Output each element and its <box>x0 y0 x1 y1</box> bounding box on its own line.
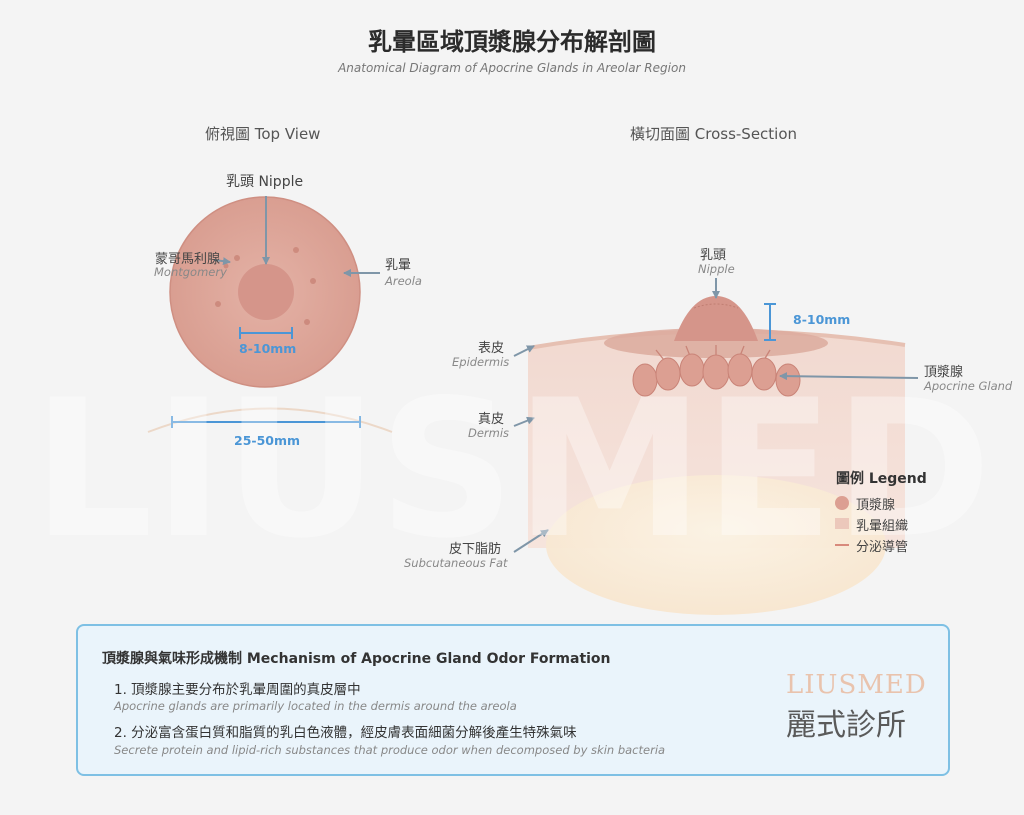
brand-logo-en: LIUSMED <box>786 670 927 700</box>
page-subtitle: Anatomical Diagram of Apocrine Glands in… <box>338 61 686 75</box>
top-nipple-label: 乳頭 Nipple <box>226 174 304 190</box>
mechanism-point-1-en: Apocrine glands are primarily located in… <box>114 699 517 713</box>
epidermis-label-zh: 表皮 <box>478 341 505 356</box>
cs-nipple-label-zh: 乳頭 <box>700 248 727 263</box>
brand-logo-zh: 麗式診所 <box>786 708 906 743</box>
mechanism-point-2-en: Secrete protein and lipid-rich substance… <box>114 743 666 757</box>
mechanism-info-box: 頂漿腺與氣味形成機制 Mechanism of Apocrine Gland O… <box>76 624 950 776</box>
areola-size-label: 25-50mm <box>234 433 301 448</box>
nipple-circle <box>238 264 294 320</box>
legend-title: 圖例 Legend <box>836 471 927 487</box>
epidermis-label-en: Epidermis <box>452 355 510 369</box>
top-view-title: 俯視圖 Top View <box>205 125 321 143</box>
gland-label-zh: 頂漿腺 <box>924 365 964 380</box>
areola-label-en: Areola <box>385 274 422 288</box>
nipple-mound <box>674 296 758 341</box>
mechanism-title: 頂漿腺與氣味形成機制 Mechanism of Apocrine Gland O… <box>102 651 611 667</box>
mechanism-point-2: 2. 分泌富含蛋白質和脂質的乳白色液體，經皮膚表面細菌分解後產生特殊氣味 <box>114 725 577 741</box>
montgomery-label-en: Montgomery <box>154 265 227 279</box>
dermis-label-en: Dermis <box>468 426 510 440</box>
cs-nipple-label-en: Nipple <box>698 262 735 276</box>
mechanism-point-1: 1. 頂漿腺主要分布於乳暈周圍的真皮層中 <box>114 682 361 698</box>
legend-item-gland: 頂漿腺 <box>856 498 896 513</box>
cross-section-title: 橫切面圖 Cross-Section <box>630 125 798 143</box>
dermis-label-zh: 真皮 <box>478 412 505 427</box>
page-title: 乳暈區域頂漿腺分布解剖圖 <box>368 28 656 56</box>
legend-item-duct: 分泌導管 <box>856 540 909 555</box>
gland-label-en: Apocrine Gland <box>924 379 1013 393</box>
legend-item-tissue: 乳暈組織 <box>856 519 909 534</box>
page: LIUSMED 乳暈區域頂漿腺分布解剖圖 Anatomical Diagram … <box>0 0 1024 815</box>
nipple-size-label: 8-10mm <box>239 341 297 356</box>
fat-label-en: Subcutaneous Fat <box>404 556 508 570</box>
fat-label-zh: 皮下脂肪 <box>449 542 502 557</box>
nipple-height-label: 8-10mm <box>793 312 851 327</box>
areola-label-zh: 乳暈 <box>385 258 412 273</box>
